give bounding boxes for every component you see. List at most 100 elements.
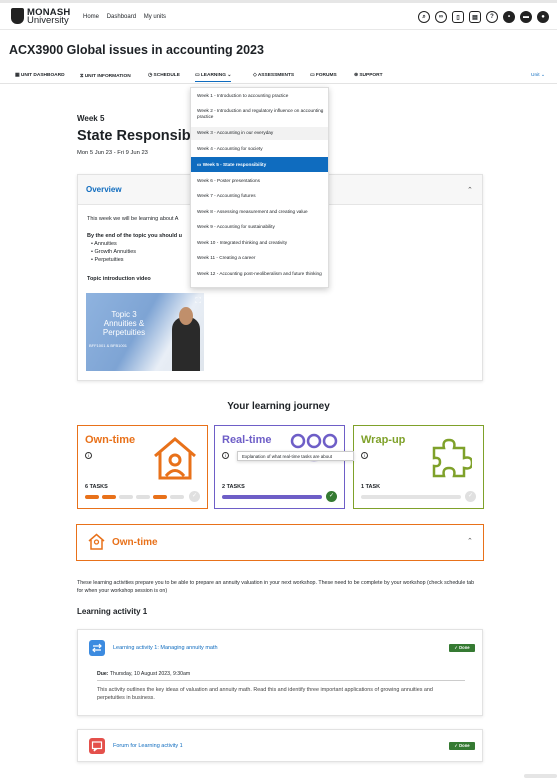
real-time-card[interactable]: Real-time i 2 TASKS ✓	[214, 425, 345, 509]
house-user-icon	[88, 533, 105, 550]
dropdown-item-week1[interactable]: Week 1 - Introduction to accounting prac…	[191, 93, 328, 99]
unit-menu[interactable]: Unit ⌄	[531, 73, 545, 78]
forum-link[interactable]: Forum for Learning activity 1	[113, 743, 183, 749]
tab-unit-dashboard[interactable]: ▦ UNIT DASHBOARD	[15, 73, 65, 78]
video-subtitle: BFF1001 & BFB1001	[89, 343, 128, 348]
tab-label: UNIT INFORMATION	[84, 74, 131, 79]
task-count: 2 TASKS	[222, 484, 245, 490]
week-label: Week 5	[77, 114, 105, 123]
chevron-up-icon[interactable]: ⌃	[467, 186, 473, 194]
dropdown-item-week7[interactable]: Week 7 - Accounting futures	[191, 193, 328, 199]
scrollbar[interactable]	[524, 774, 557, 778]
progress-seg	[102, 495, 116, 499]
progress-bar	[361, 495, 461, 499]
primary-nav: Home Dashboard My units	[83, 14, 172, 20]
forum-icon	[89, 738, 105, 754]
dropdown-item-week3[interactable]: Week 3 - Accounting in our everyday	[191, 127, 328, 140]
progress-seg	[153, 495, 167, 499]
card-title: Real-time	[222, 434, 272, 446]
activity-link[interactable]: Learning activity 1: Managing annuity ma…	[113, 645, 218, 651]
activity-card: Learning activity 1: Managing annuity ma…	[77, 629, 483, 716]
sidebar-icon[interactable]: ▯	[452, 11, 464, 23]
objective-text: Perpetuities	[94, 257, 124, 263]
fullscreen-icon[interactable]: ⛶	[195, 296, 201, 306]
progress-seg	[85, 495, 99, 499]
progress-bar	[222, 495, 322, 499]
learning-activity-heading: Learning activity 1	[77, 607, 148, 616]
dropdown-item-week8[interactable]: Week 8 - Assessing measurement and creat…	[191, 209, 328, 215]
activity-icon	[89, 640, 105, 656]
search-icon[interactable]: ⌕	[418, 11, 430, 23]
user-avatar-icon[interactable]: ●	[537, 11, 549, 23]
due-label: Due:	[97, 671, 109, 677]
dropdown-item-week11[interactable]: Week 11 - Creating a career	[191, 255, 328, 261]
dropdown-item-week10[interactable]: Week 10 - Integrated thinking and creati…	[191, 240, 328, 246]
check-icon: ✓	[465, 491, 476, 502]
journey-title: Your learning journey	[227, 401, 330, 412]
own-time-section-header[interactable]: Own-time ⌃	[76, 524, 484, 561]
info-icon[interactable]: i	[361, 452, 368, 459]
overview-title: Overview	[86, 185, 122, 194]
messages-icon[interactable]: ▬	[520, 11, 532, 23]
monash-logo[interactable]: MONASH University	[11, 8, 70, 26]
done-badge: ✓ Done	[449, 644, 475, 652]
section-title: Own-time	[112, 537, 158, 548]
tab-learning[interactable]: ▭ LEARNING ⌄	[195, 73, 232, 82]
nav-dashboard[interactable]: Dashboard	[107, 14, 136, 20]
dropdown-item-week6[interactable]: Week 6 - Poster presentations	[191, 178, 328, 184]
dropdown-item-week9[interactable]: Week 9 - Accounting for sustainability	[191, 224, 328, 230]
info-icon[interactable]: i	[85, 452, 92, 459]
top-navbar: MONASH University Home Dashboard My unit…	[0, 3, 557, 30]
week-title: State Responsibili	[77, 128, 195, 144]
nav-my-units[interactable]: My units	[144, 14, 166, 20]
dropdown-item-week4[interactable]: Week 4 - Accounting for society	[191, 146, 328, 152]
course-tabs: ▦ UNIT DASHBOARD ⧖ UNIT INFORMATION ◷ SC…	[0, 70, 557, 84]
nav-home[interactable]: Home	[83, 14, 99, 20]
card-title: Own-time	[85, 434, 136, 446]
tab-forums[interactable]: ▭ FORUMS	[310, 73, 337, 78]
tab-support[interactable]: ⊛ SUPPORT	[354, 73, 383, 78]
dropdown-item-week12[interactable]: Week 12 - Accounting post-neoliberalism …	[191, 271, 328, 277]
divider	[97, 680, 465, 681]
activity-description: This activity outlines the key ideas of …	[97, 687, 433, 701]
puzzle-icon	[432, 438, 472, 478]
wrap-up-card[interactable]: Wrap-up i 1 TASK ✓	[353, 425, 484, 509]
unit-label: Unit	[531, 73, 540, 78]
overview-intro: This week we will be learning about A	[87, 216, 179, 222]
objective-item: • Perpetuities	[91, 257, 124, 263]
chevron-down-icon: ⌄	[225, 73, 232, 78]
tab-unit-information[interactable]: ⧖ UNIT INFORMATION	[80, 73, 131, 79]
tab-assessments[interactable]: ◇ ASSESSMENTS	[253, 73, 294, 78]
progress-seg	[136, 495, 150, 499]
shield-icon	[11, 8, 24, 24]
due-value: Thursday, 10 August 2023, 9:30am	[109, 671, 191, 677]
tab-label: ASSESSMENTS	[257, 73, 295, 78]
tab-label: FORUMS	[315, 73, 337, 78]
link-icon[interactable]: ∞	[435, 11, 447, 23]
dropdown-item-label: Week 5 - State responsibility	[202, 162, 267, 167]
done-label: Done	[459, 645, 470, 650]
check-icon: ✓	[326, 491, 337, 502]
progress-seg	[170, 495, 184, 499]
tab-label: SCHEDULE	[153, 73, 180, 78]
dropdown-item-week5[interactable]: ▭ Week 5 - State responsibility	[191, 157, 328, 172]
dropdown-item-week2[interactable]: Week 2 - Introduction and regulatory inf…	[191, 108, 328, 120]
chevron-down-icon: ⌄	[539, 73, 545, 78]
info-icon[interactable]: i	[222, 452, 229, 459]
objective-item: • Growth Annuities	[91, 249, 137, 255]
book-icon[interactable]: ▤	[469, 11, 481, 23]
tab-schedule[interactable]: ◷ SCHEDULE	[148, 73, 180, 78]
owntime-description: These learning activities prepare you to…	[77, 580, 475, 594]
bell-icon[interactable]: •	[503, 11, 515, 23]
help-icon[interactable]: ?	[486, 11, 498, 23]
presenter-face	[179, 307, 193, 325]
logo-line2: University	[27, 15, 69, 26]
presenter-image	[172, 317, 200, 371]
week-dates: Mon 5 Jun 23 - Fri 9 Jun 23	[77, 150, 148, 156]
progress-seg	[119, 495, 133, 499]
course-title: ACX3900 Global issues in accounting 2023	[9, 43, 264, 57]
own-time-card[interactable]: Own-time i 6 TASKS ✓	[77, 425, 208, 509]
chevron-up-icon[interactable]: ⌃	[467, 537, 473, 545]
objective-item: • Annuities	[91, 241, 117, 247]
intro-video[interactable]: Topic 3 Annuities & Perpetuities BFF1001…	[86, 293, 204, 371]
